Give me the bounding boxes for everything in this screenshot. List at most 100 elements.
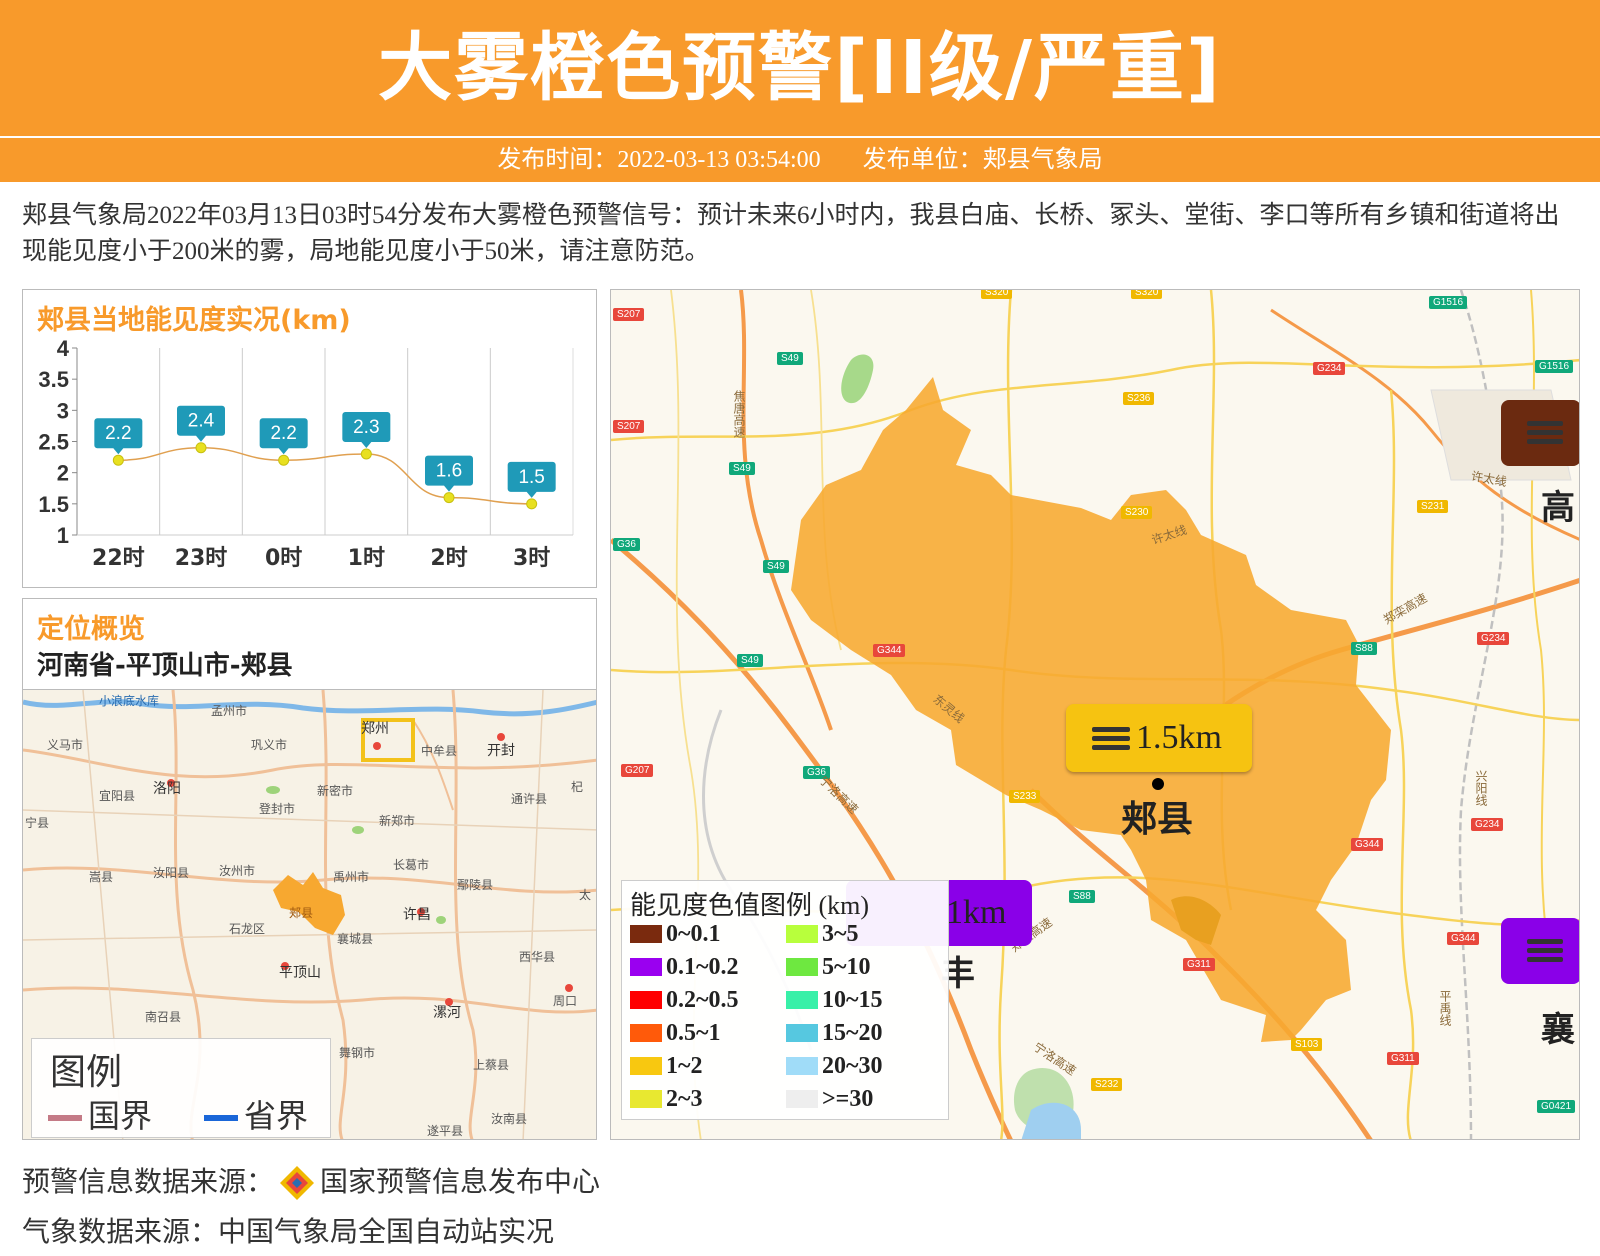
road-tag: G1516 bbox=[1535, 360, 1574, 373]
road-tag: S49 bbox=[777, 352, 803, 365]
x-tick-label: 3时 bbox=[513, 546, 550, 571]
legend-item: 2~3 bbox=[630, 1086, 702, 1113]
legend-swatch bbox=[630, 958, 662, 976]
road-tag: S88 bbox=[1351, 642, 1377, 655]
city-marker[interactable] bbox=[1152, 778, 1164, 790]
legend-label: 15~20 bbox=[822, 1020, 883, 1046]
road-tag: S103 bbox=[1291, 1038, 1323, 1051]
visibility-value: 1.5km bbox=[1136, 719, 1222, 756]
place-label: 郏县 bbox=[289, 906, 314, 920]
weather-source: 气象数据来源：中国气象局全国自动站实况 bbox=[22, 1215, 555, 1248]
legend-province-border: 省界 bbox=[204, 1091, 308, 1137]
road-tag: G207 bbox=[621, 764, 654, 777]
road-tag: G234 bbox=[1477, 632, 1510, 645]
road-tag: S320 bbox=[981, 290, 1013, 299]
place-label: 嵩县 bbox=[89, 870, 114, 884]
road-tag: G1516 bbox=[1429, 296, 1468, 309]
legend-label: 2~3 bbox=[666, 1086, 703, 1112]
place-label: 杞 bbox=[571, 780, 584, 794]
legend-label: 0.1~0.2 bbox=[666, 954, 739, 980]
road-tag: G36 bbox=[613, 538, 640, 551]
warning-source-name[interactable]: 国家预警信息发布中心 bbox=[320, 1165, 600, 1198]
warning-source-label: 预警信息数据来源： bbox=[22, 1165, 275, 1198]
visibility-legend-title: 能见度色值图例 (km) bbox=[630, 891, 870, 920]
place-label: 巩义市 bbox=[251, 738, 288, 752]
legend-swatch bbox=[630, 991, 662, 1009]
place-label: 上蔡县 bbox=[473, 1058, 510, 1072]
road-tag: G234 bbox=[1471, 818, 1504, 831]
legend-swatch bbox=[786, 1090, 818, 1108]
legend-label: 3~5 bbox=[822, 921, 859, 947]
road-tag: G234 bbox=[1313, 362, 1346, 375]
place-label: 许昌 bbox=[403, 907, 431, 923]
overview-legend-title: 图例 bbox=[50, 1052, 123, 1093]
legend-swatch bbox=[786, 1057, 818, 1075]
location-overview-panel: 定位概览 河南省-平顶山市-郏县 小浪底水库 孟州市 郑州 义马市 巩义市 中牟… bbox=[22, 598, 597, 1140]
data-point bbox=[526, 498, 538, 510]
neighbor-city-label: 高 bbox=[1541, 488, 1575, 528]
data-point bbox=[443, 492, 455, 504]
road-tag: S49 bbox=[763, 560, 789, 573]
legend-swatch bbox=[630, 1024, 662, 1042]
overview-map[interactable]: 小浪底水库 孟州市 郑州 义马市 巩义市 中牟县 开封 洛阳 宜阳县 新密市 通… bbox=[23, 689, 596, 1139]
road-tag: G344 bbox=[1351, 838, 1384, 851]
legend-item: 0~0.1 bbox=[630, 921, 720, 948]
city-name: 郏县 bbox=[1121, 799, 1194, 840]
legend-swatch bbox=[786, 925, 818, 943]
legend-item: 10~15 bbox=[786, 987, 882, 1014]
place-label: 郑州 bbox=[361, 721, 389, 737]
legend-swatch bbox=[786, 991, 818, 1009]
visibility-chart-title: 郏县当地能见度实况(km) bbox=[37, 305, 351, 336]
road-name: 平禹线 bbox=[1438, 990, 1452, 1026]
neighbor-visibility-value: 1km bbox=[946, 894, 1007, 931]
place-label: 开封 bbox=[487, 743, 515, 759]
place-label: 洛阳 bbox=[153, 781, 181, 797]
neighbor-visibility-marker[interactable] bbox=[1501, 400, 1579, 466]
road-tag: G344 bbox=[1447, 932, 1480, 945]
place-label: 禹州市 bbox=[333, 870, 370, 884]
location-path: 河南省-平顶山市-郏县 bbox=[37, 651, 293, 681]
legend-item: 0.1~0.2 bbox=[630, 954, 738, 981]
place-label: 宁县 bbox=[25, 816, 50, 830]
legend-label: 1~2 bbox=[666, 1053, 703, 1079]
visibility-marker[interactable]: 1.5km bbox=[1066, 704, 1252, 772]
road-tag: S49 bbox=[737, 654, 763, 667]
national-border-label: 国界 bbox=[88, 1097, 153, 1135]
road-tag: G311 bbox=[1387, 1052, 1419, 1065]
visibility-chart-panel: 郏县当地能见度实况(km) 1 1.5 2 2.5 3 3.5 4 22时 23时 0时 1时 2时 3… bbox=[22, 289, 597, 588]
place-label: 南召县 bbox=[145, 1010, 182, 1024]
neighbor-visibility-marker[interactable] bbox=[1501, 918, 1579, 984]
legend-swatch bbox=[630, 1057, 662, 1075]
legend-item: 15~20 bbox=[786, 1020, 882, 1047]
place-label: 石龙区 bbox=[229, 922, 266, 936]
road-tag: S231 bbox=[1417, 500, 1449, 513]
legend-label: 20~30 bbox=[822, 1053, 883, 1079]
province-border-label: 省界 bbox=[244, 1097, 309, 1135]
place-label: 长葛市 bbox=[393, 858, 430, 872]
road-tag: S207 bbox=[613, 308, 645, 321]
place-label: 通许县 bbox=[511, 792, 548, 806]
place-label: 太 bbox=[579, 888, 592, 902]
y-tick-label: 3 bbox=[57, 398, 69, 423]
data-point bbox=[360, 448, 372, 460]
data-label: 1.5 bbox=[518, 467, 544, 488]
y-tick-label: 1.5 bbox=[38, 492, 69, 517]
road-tag: S320 bbox=[1131, 290, 1163, 299]
warning-title: 大雾橙色预警[II级/严重] bbox=[378, 25, 1222, 111]
overview-legend: 图例 国界 省界 bbox=[31, 1038, 331, 1138]
place-label: 漯河 bbox=[433, 1005, 461, 1021]
legend-item: 3~5 bbox=[786, 921, 858, 948]
road-tag: S232 bbox=[1091, 1078, 1123, 1091]
road-tag: G0421 bbox=[1537, 1100, 1576, 1113]
y-tick-label: 2 bbox=[57, 461, 69, 486]
x-tick-label: 22时 bbox=[92, 546, 145, 571]
data-label: 2.3 bbox=[353, 417, 379, 438]
legend-national-border: 国界 bbox=[48, 1091, 152, 1137]
location-title: 定位概览 bbox=[37, 614, 145, 645]
place-label: 遂平县 bbox=[427, 1124, 464, 1138]
road-tag: S207 bbox=[613, 420, 645, 433]
main-map[interactable]: S207 S49 S320 S320 G1516 G1516 G234 S236… bbox=[610, 289, 1580, 1140]
place-label: 中牟县 bbox=[421, 744, 458, 758]
road-name: 兴阳线 bbox=[1474, 770, 1488, 806]
visibility-chart: 1 1.5 2 2.5 3 3.5 4 22时 23时 0时 1时 2时 3时 2.2 2.4 2.2 2.3 1… bbox=[38, 338, 574, 571]
